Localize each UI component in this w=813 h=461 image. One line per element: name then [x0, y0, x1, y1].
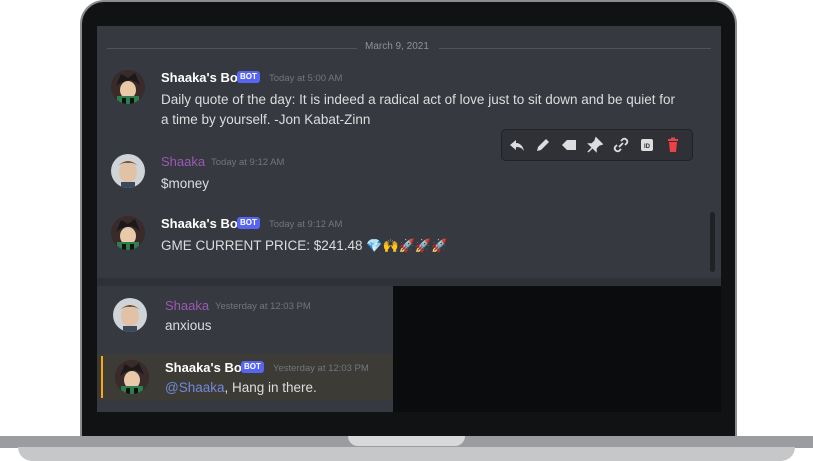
message-author[interactable]: Shaaka [161, 154, 205, 169]
bot-badge: BOT [241, 361, 264, 373]
user-mention[interactable]: @Shaaka [165, 380, 225, 395]
laptop-notch [348, 436, 465, 446]
date-divider: March 9, 2021 [365, 41, 429, 52]
chat-pane-lower: Shaaka Yesterday at 12:03 PM anxious Sha… [97, 286, 393, 412]
bot-badge: BOT [237, 217, 260, 229]
message-text: GME CURRENT PRICE: $241.48 💎🙌🚀🚀🚀 [161, 236, 447, 256]
message-author[interactable]: Shaaka [165, 298, 209, 313]
message-timestamp: Today at 5:00 AM [269, 73, 343, 84]
message-author[interactable]: Shaaka's Bot [161, 70, 242, 85]
message-text: anxious [165, 318, 212, 333]
mention-highlight-bar [101, 356, 103, 398]
divider-line-right [439, 48, 711, 49]
emoji-row: 💎🙌🚀🚀🚀 [366, 238, 448, 253]
message-timestamp: Today at 9:12 AM [269, 219, 343, 230]
message-text-line: a time by yourself. -Jon Kabat-Zinn [161, 112, 371, 127]
message-timestamp: Today at 9:12 AM [211, 157, 285, 168]
bot-badge: BOT [237, 71, 260, 83]
message-text-rest: , Hang in there. [224, 380, 317, 395]
laptop-screen: March 9, 2021 Shaaka's Bot BOT Today at … [97, 26, 721, 412]
delete-icon[interactable] [663, 135, 683, 155]
avatar[interactable] [113, 298, 147, 332]
divider-line-left [107, 48, 357, 49]
avatar[interactable] [111, 216, 145, 250]
copy-link-icon[interactable] [611, 135, 631, 155]
message-timestamp: Yesterday at 12:03 PM [215, 301, 311, 312]
chat-pane: March 9, 2021 Shaaka's Bot BOT Today at … [97, 26, 721, 278]
message-text: @Shaaka, Hang in there. [165, 378, 317, 398]
message-timestamp: Yesterday at 12:03 PM [273, 363, 369, 374]
avatar[interactable] [111, 154, 145, 188]
message-text-line: Daily quote of the day: It is indeed a r… [161, 92, 676, 107]
message-author[interactable]: Shaaka's Bot [165, 360, 246, 375]
copy-id-icon[interactable]: ID [637, 135, 657, 155]
avatar[interactable] [115, 360, 149, 394]
mark-unread-icon[interactable] [559, 135, 579, 155]
pin-icon[interactable] [585, 135, 605, 155]
gap [97, 278, 721, 286]
edit-icon[interactable] [533, 135, 553, 155]
copy-id-label: ID [644, 144, 651, 150]
message-author[interactable]: Shaaka's Bot [161, 216, 242, 231]
reply-icon[interactable] [507, 135, 527, 155]
message-actions-toolbar: ID [502, 130, 692, 160]
laptop-base-bottom [18, 447, 795, 461]
message-text: $money [161, 176, 210, 191]
scrollbar[interactable] [710, 212, 715, 272]
avatar[interactable] [111, 70, 145, 104]
price-text: GME CURRENT PRICE: $241.48 [161, 238, 363, 253]
